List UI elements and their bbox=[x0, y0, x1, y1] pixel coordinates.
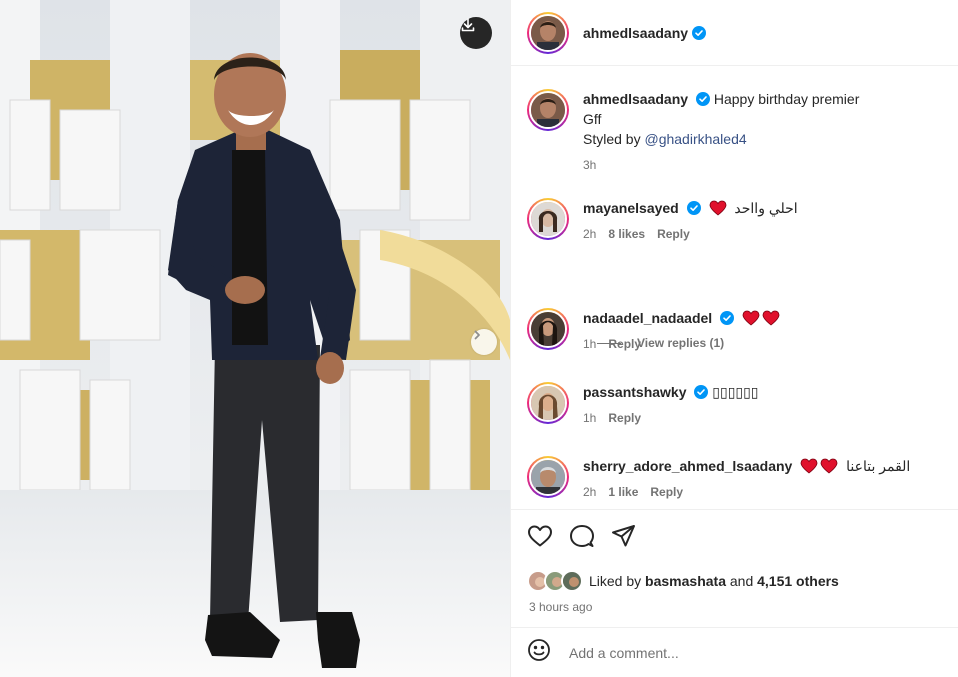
verified-icon bbox=[692, 25, 707, 40]
post-actions: Liked by basmashata and 4,151 others 3 h… bbox=[511, 509, 958, 627]
liked-by-and: and bbox=[729, 573, 754, 589]
liked-by-prefix: Liked by bbox=[589, 573, 642, 589]
reply-button[interactable]: Reply bbox=[608, 334, 641, 354]
chevron-right-icon bbox=[474, 330, 480, 340]
comment-item: sherry_adore_ahmed_lsaadany القمر بتاعنا… bbox=[527, 456, 942, 502]
comment-likes[interactable]: 1 like bbox=[608, 482, 638, 502]
caption-line2: Gff bbox=[583, 111, 602, 127]
heart-icon bbox=[742, 310, 760, 326]
caption-username[interactable]: ahmedlsaadany bbox=[583, 91, 688, 107]
comment-time[interactable]: 2h bbox=[583, 482, 596, 502]
comment-text: ▯▯▯▯▯▯ bbox=[712, 384, 759, 400]
comment-likes[interactable]: 8 likes bbox=[608, 224, 645, 244]
author-username[interactable]: ahmedlsaadany bbox=[583, 25, 688, 41]
comment-button[interactable] bbox=[569, 524, 595, 553]
caption-styled-prefix: Styled by bbox=[583, 131, 641, 147]
comment-username[interactable]: passantshawky bbox=[583, 384, 687, 400]
comment-time[interactable]: 1h bbox=[583, 334, 596, 354]
heart-icon bbox=[820, 458, 838, 474]
caption-mention-link[interactable]: @ghadirkhaled4 bbox=[644, 131, 746, 147]
like-button[interactable] bbox=[527, 524, 553, 553]
commenter-avatar[interactable] bbox=[527, 456, 569, 498]
caption-text: Happy birthday premier bbox=[713, 91, 860, 107]
comment-time[interactable]: 1h bbox=[583, 408, 596, 428]
emoji-icon bbox=[528, 639, 550, 661]
comment-item: nadaadel_nadaadel 1h Reply bbox=[527, 308, 942, 354]
heart-icon bbox=[762, 310, 780, 326]
download-button[interactable] bbox=[460, 17, 492, 49]
likes-summary: Liked by basmashata and 4,151 others bbox=[527, 570, 839, 592]
liker-avatars[interactable] bbox=[527, 570, 585, 592]
post-header: ahmedlsaadany bbox=[511, 0, 958, 66]
commenter-avatar[interactable] bbox=[527, 198, 569, 240]
commenter-avatar[interactable] bbox=[527, 382, 569, 424]
verified-icon bbox=[686, 201, 701, 215]
caption: ahmedlsaadany Happy birthday premier Gff… bbox=[527, 89, 942, 175]
share-button[interactable] bbox=[611, 524, 637, 553]
comment-text: القمر بتاعنا bbox=[846, 458, 911, 474]
download-icon bbox=[461, 18, 475, 32]
reply-button[interactable]: Reply bbox=[608, 408, 641, 428]
comment-username[interactable]: nadaadel_nadaadel bbox=[583, 310, 712, 326]
comment-username[interactable]: sherry_adore_ahmed_lsaadany bbox=[583, 458, 792, 474]
reply-button[interactable]: Reply bbox=[657, 224, 690, 244]
verified-icon bbox=[694, 385, 709, 399]
comment-icon bbox=[570, 525, 594, 547]
heart-emoji bbox=[742, 310, 780, 326]
verified-icon bbox=[720, 311, 735, 325]
comment-text: احلي وااحد bbox=[734, 200, 798, 216]
post-photo[interactable] bbox=[0, 0, 510, 677]
instagram-post-modal: ahmedlsaadany ahmedlsaadany Happy birthd… bbox=[0, 0, 958, 677]
heart-icon bbox=[709, 200, 726, 216]
comment-item: mayanelsayed احلي وااحد 2h 8 likes Reply bbox=[527, 198, 942, 244]
comment-item: passantshawky ▯▯▯▯▯▯ 1h Reply bbox=[527, 382, 942, 428]
share-icon bbox=[612, 525, 635, 547]
comment-input[interactable]: Add a comment... bbox=[569, 645, 679, 661]
comment-username[interactable]: mayanelsayed bbox=[583, 200, 679, 216]
liked-by-others[interactable]: 4,151 others bbox=[757, 573, 839, 589]
reply-button[interactable]: Reply bbox=[650, 482, 683, 502]
heart-emoji bbox=[800, 458, 838, 474]
post-timestamp[interactable]: 3 hours ago bbox=[529, 600, 592, 614]
verified-icon bbox=[695, 92, 710, 106]
heart-icon bbox=[528, 525, 552, 547]
emoji-button[interactable] bbox=[527, 638, 551, 667]
heart-emoji bbox=[709, 200, 727, 216]
post-image bbox=[0, 0, 510, 677]
caption-time[interactable]: 3h bbox=[583, 155, 596, 175]
author-avatar[interactable] bbox=[527, 11, 569, 54]
comment-time[interactable]: 2h bbox=[583, 224, 596, 244]
add-comment-bar: Add a comment... bbox=[511, 627, 958, 677]
author-avatar[interactable] bbox=[527, 89, 569, 131]
post-side-panel: ahmedlsaadany ahmedlsaadany Happy birthd… bbox=[510, 0, 958, 677]
comments-list[interactable]: ahmedlsaadany Happy birthday premier Gff… bbox=[511, 66, 958, 509]
liked-by-user[interactable]: basmashata bbox=[645, 573, 726, 589]
commenter-avatar[interactable] bbox=[527, 308, 569, 350]
next-photo-button[interactable] bbox=[471, 329, 497, 355]
heart-icon bbox=[800, 458, 818, 474]
